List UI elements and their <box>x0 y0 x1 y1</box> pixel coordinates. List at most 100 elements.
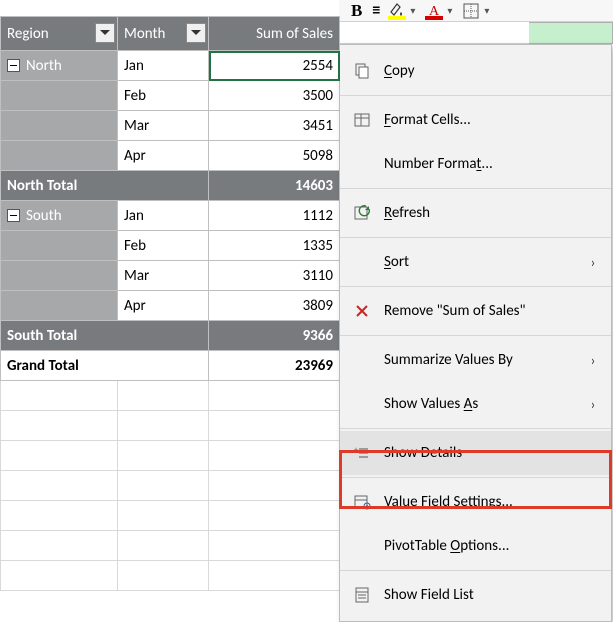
empty-cell[interactable] <box>209 531 340 561</box>
month-cell[interactable]: Apr <box>118 291 209 321</box>
empty-cell[interactable] <box>209 501 340 531</box>
subtotal-value[interactable]: 14603 <box>209 171 340 201</box>
empty-cell[interactable] <box>1 501 118 531</box>
menu-label: Remove "Sum of Sales" <box>384 302 585 320</box>
header-month-label: Month <box>124 25 165 43</box>
menu-sort[interactable]: Sort › <box>340 240 611 284</box>
value-cell[interactable]: 3451 <box>209 111 340 141</box>
month-cell[interactable]: Apr <box>118 141 209 171</box>
grand-total-value[interactable]: 23969 <box>209 351 340 381</box>
filter-dropdown-icon[interactable] <box>95 23 115 43</box>
region-cell <box>1 111 118 141</box>
month-cell[interactable]: Mar <box>118 261 209 291</box>
value-cell[interactable]: 1112 <box>209 201 340 231</box>
chevron-down-icon[interactable]: ▾ <box>410 4 415 17</box>
border-button[interactable]: ≡ <box>372 1 378 20</box>
format-cells-icon <box>340 111 384 129</box>
menu-label: Value Field Settings... <box>384 493 585 511</box>
empty-cell[interactable] <box>1 531 118 561</box>
submenu-arrow-icon: › <box>585 254 601 271</box>
subtotal-label[interactable]: South Total <box>1 321 209 351</box>
empty-cell[interactable] <box>118 561 209 591</box>
menu-label: Number Format... <box>384 155 585 173</box>
empty-cell[interactable] <box>209 381 340 411</box>
empty-cell[interactable] <box>1 441 118 471</box>
value-cell[interactable]: 1335 <box>209 231 340 261</box>
value-cell[interactable]: 2554 <box>209 51 340 81</box>
empty-cell[interactable] <box>118 411 209 441</box>
menu-label: Summarize Values By <box>384 351 585 369</box>
month-cell[interactable]: Jan <box>118 201 209 231</box>
chevron-down-icon[interactable]: ▾ <box>447 4 452 17</box>
filter-dropdown-icon[interactable] <box>186 23 206 43</box>
font-color-button[interactable]: A <box>425 4 443 18</box>
collapse-icon[interactable] <box>7 209 20 222</box>
menu-separator <box>340 477 611 478</box>
month-cell[interactable]: Feb <box>118 81 209 111</box>
empty-cell[interactable] <box>1 411 118 441</box>
value-cell[interactable]: 3809 <box>209 291 340 321</box>
copy-icon <box>340 62 384 80</box>
collapse-icon[interactable] <box>7 59 20 72</box>
empty-cell[interactable] <box>209 471 340 501</box>
borders-button[interactable] <box>462 2 480 20</box>
month-cell[interactable]: Jan <box>118 51 209 81</box>
empty-cell[interactable] <box>118 441 209 471</box>
region-cell[interactable]: North <box>1 51 118 81</box>
empty-cell[interactable] <box>118 501 209 531</box>
menu-refresh[interactable]: Refresh <box>340 191 611 235</box>
empty-cell[interactable] <box>1 471 118 501</box>
menu-format-cells[interactable]: Format Cells... <box>340 98 611 142</box>
mini-toolbar: B ≡ ▾ A ▾ ▾ <box>339 0 613 22</box>
header-sales[interactable]: Sum of Sales <box>209 17 340 51</box>
empty-cell[interactable] <box>209 561 340 591</box>
header-region[interactable]: Region <box>1 17 118 51</box>
fill-color-button[interactable] <box>388 4 406 18</box>
remove-icon <box>340 302 384 320</box>
context-menu: Copy Format Cells... Number Format... Re… <box>339 44 612 622</box>
header-sales-label: Sum of Sales <box>256 25 333 43</box>
menu-value-field-settings[interactable]: Value Field Settings... <box>340 480 611 524</box>
empty-cell[interactable] <box>1 561 118 591</box>
menu-separator <box>340 286 611 287</box>
empty-cell[interactable] <box>209 441 340 471</box>
menu-show-values-as[interactable]: Show Values As › <box>340 382 611 426</box>
subtotal-label[interactable]: North Total <box>1 171 209 201</box>
menu-remove[interactable]: Remove "Sum of Sales" <box>340 289 611 333</box>
header-month[interactable]: Month <box>118 17 209 51</box>
menu-pivottable-options[interactable]: PivotTable Options... <box>340 524 611 568</box>
sheet-cell-highlight <box>529 22 613 44</box>
menu-number-format[interactable]: Number Format... <box>340 142 611 186</box>
empty-cell[interactable] <box>118 381 209 411</box>
month-cell[interactable]: Mar <box>118 111 209 141</box>
month-cell[interactable]: Feb <box>118 231 209 261</box>
grand-total-label[interactable]: Grand Total <box>1 351 209 381</box>
menu-separator <box>340 188 611 189</box>
empty-cell[interactable] <box>209 411 340 441</box>
menu-label: Refresh <box>384 204 585 222</box>
menu-label: Sort <box>384 253 585 271</box>
chevron-down-icon[interactable]: ▾ <box>484 4 489 17</box>
region-cell <box>1 81 118 111</box>
menu-copy[interactable]: Copy <box>340 49 611 93</box>
value-cell[interactable]: 3500 <box>209 81 340 111</box>
region-cell[interactable]: South <box>1 201 118 231</box>
submenu-arrow-icon: › <box>585 352 601 369</box>
menu-show-field-list[interactable]: Show Field List <box>340 573 611 617</box>
sheet-cell <box>339 22 529 44</box>
region-cell <box>1 261 118 291</box>
subtotal-value[interactable]: 9366 <box>209 321 340 351</box>
value-cell[interactable]: 3110 <box>209 261 340 291</box>
menu-separator <box>340 237 611 238</box>
empty-cell[interactable] <box>118 471 209 501</box>
bold-button[interactable]: B <box>351 1 362 21</box>
value-cell[interactable]: 5098 <box>209 141 340 171</box>
menu-summarize-values-by[interactable]: Summarize Values By › <box>340 338 611 382</box>
empty-cell[interactable] <box>1 381 118 411</box>
refresh-icon <box>340 204 384 222</box>
svg-text:A: A <box>429 4 440 19</box>
empty-cell[interactable] <box>118 531 209 561</box>
svg-text:+: + <box>354 445 358 455</box>
header-region-label: Region <box>7 25 49 43</box>
menu-show-details[interactable]: + Show Details <box>340 431 611 475</box>
